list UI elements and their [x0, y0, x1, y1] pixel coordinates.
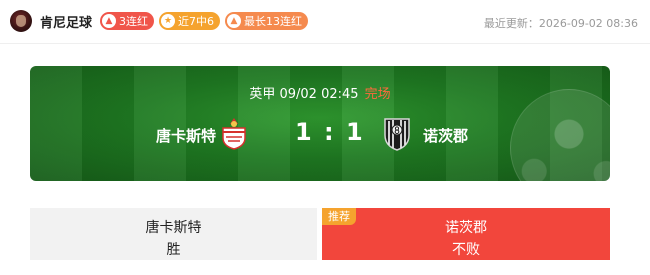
option-home-result: 胜: [166, 242, 181, 258]
home-team-logo: [222, 118, 246, 150]
match-status: 完场: [364, 87, 391, 102]
flame-icon: ▲: [102, 14, 116, 28]
longest-streak-badge: ▲ 最长13连红: [225, 12, 308, 30]
last-updated-label: 最近更新：: [483, 17, 539, 30]
prediction-page: 肯尼足球 ▲ 3连红 ★ 近7中6 ▲ 最长13连红 最近更新：2026-09-…: [0, 0, 650, 275]
away-team-logo: [384, 118, 410, 151]
streak-badge-label: 3连红: [119, 15, 148, 28]
option-home-team: 唐卡斯特: [145, 220, 202, 236]
streak-badge: ▲ 3连红: [100, 12, 154, 30]
away-team-name: 诺茨郡: [423, 127, 469, 145]
badge-list: ▲ 3连红 ★ 近7中6 ▲ 最长13连红: [100, 12, 308, 30]
home-team-name: 唐卡斯特: [156, 127, 217, 145]
star-icon: ★: [161, 14, 175, 28]
recommended-tag: 推荐: [322, 208, 356, 225]
author-name[interactable]: 肯尼足球: [40, 12, 92, 31]
recent-record-badge-label: 近7中6: [178, 15, 214, 28]
last-updated-time: 2026-09-02 08:36: [538, 17, 638, 30]
longest-streak-badge-label: 最长13连红: [244, 15, 302, 28]
option-away-result: 不败: [452, 242, 480, 258]
match-info: 英甲 09/02 02:45 完场: [30, 83, 610, 102]
option-away-unbeaten[interactable]: 推荐 诺茨郡 不败: [322, 208, 610, 260]
recent-record-badge: ★ 近7中6: [159, 12, 220, 30]
thumb-icon: ▲: [227, 14, 241, 28]
match-datetime: 09/02 02:45: [279, 87, 359, 102]
author-header: 肯尼足球 ▲ 3连红 ★ 近7中6 ▲ 最长13连红 最近更新：2026-09-…: [0, 0, 650, 44]
match-score: 1 : 1: [295, 118, 365, 146]
league-name: 英甲: [249, 87, 276, 102]
football-icon: [510, 89, 610, 181]
author-avatar[interactable]: [10, 10, 32, 32]
option-away-team: 诺茨郡: [445, 220, 487, 236]
last-updated: 最近更新：2026-09-02 08:36: [484, 15, 638, 31]
option-home-win[interactable]: 唐卡斯特 胜: [30, 208, 317, 260]
match-card[interactable]: 英甲 09/02 02:45 完场 唐卡斯特 1 : 1 诺茨郡: [30, 66, 610, 181]
